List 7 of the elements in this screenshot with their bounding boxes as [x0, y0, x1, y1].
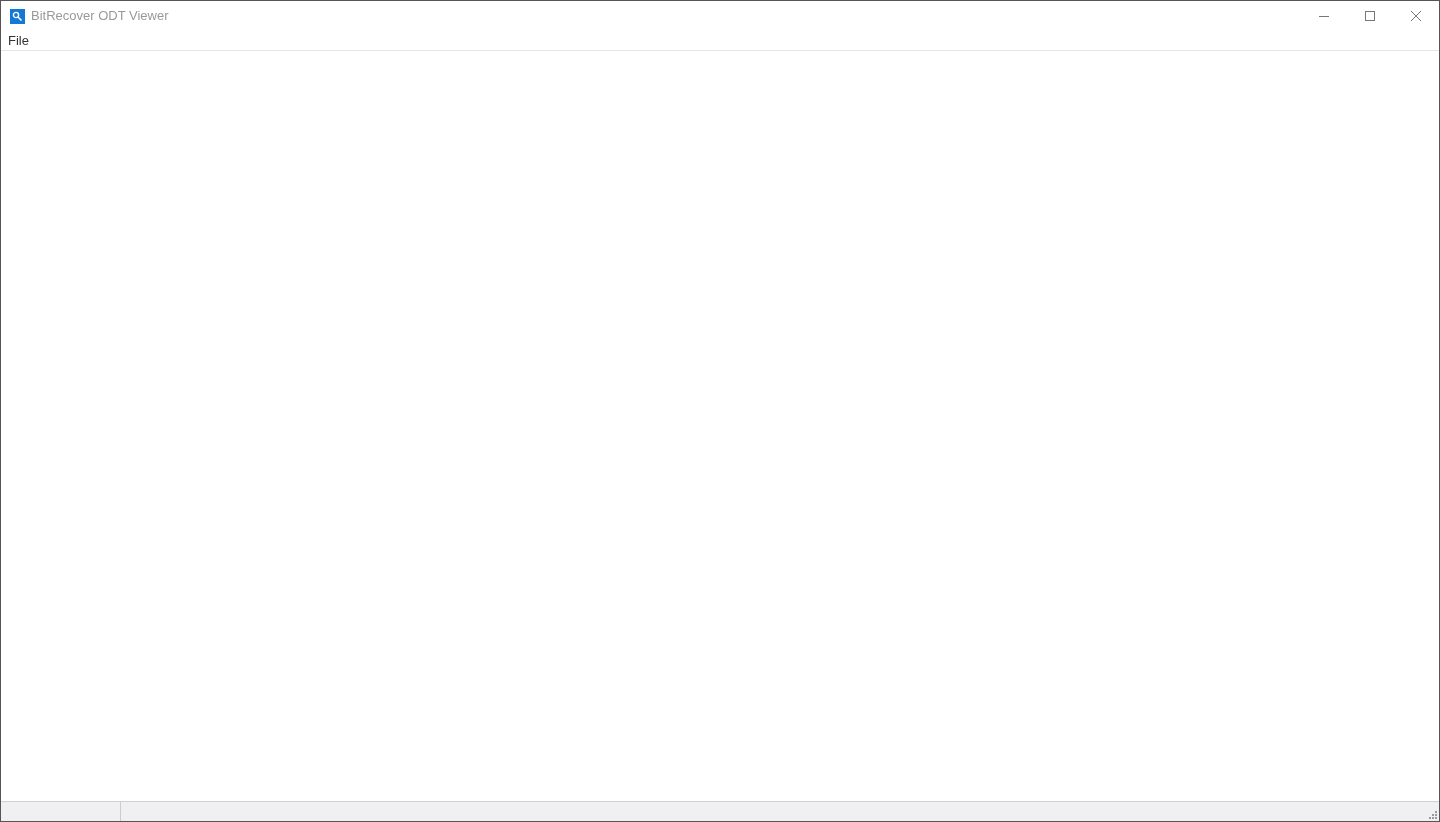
window-title: BitRecover ODT Viewer	[31, 7, 169, 26]
menu-item[interactable]: File	[1, 30, 36, 51]
maximize-icon	[1365, 11, 1375, 21]
app-magnifier-icon	[10, 8, 25, 24]
close-icon	[1411, 11, 1421, 21]
minimize-icon	[1319, 15, 1329, 17]
resize-grip-icon[interactable]	[1429, 811, 1437, 819]
